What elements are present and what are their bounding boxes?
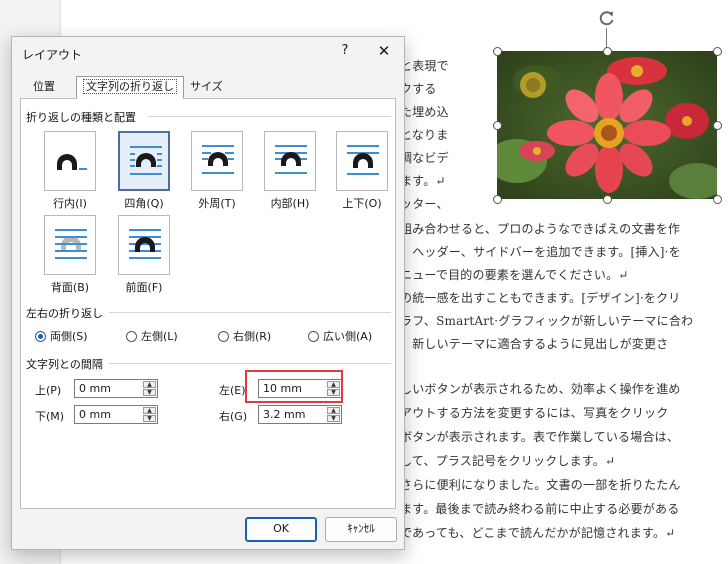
doc-line: クする [400,82,437,96]
section-divider [147,116,391,117]
layout-dialog: レイアウト ? ✕ 位置 文字列の折り返し サイズ 折り返しの種類と配置 行内(… [11,36,405,550]
resize-handle[interactable] [493,47,502,56]
doc-line: して、プラス記号をクリックします。↵ [400,454,616,468]
spinner: ▲ ▼ [327,407,340,422]
radio-largest-side[interactable]: 広い側(A) [308,328,372,344]
section-divider [109,312,391,313]
spin-up-icon[interactable]: ▲ [143,381,156,388]
spin-down-icon[interactable]: ▼ [143,415,156,422]
doc-line: ッター、 [400,197,449,211]
spin-down-icon[interactable]: ▼ [327,415,340,422]
radio-label: 左側(L) [141,330,178,343]
distance-right-input[interactable]: 3.2 mm ▲ ▼ [258,405,342,424]
spin-up-icon[interactable]: ▲ [143,407,156,414]
tab-label: サイズ [190,80,223,93]
flower-photo[interactable] [497,51,717,199]
spin-up-icon[interactable]: ▲ [327,407,340,414]
spin-down-icon[interactable]: ▼ [143,389,156,396]
wrap-behind-label: 背面(B) [50,281,90,294]
wrap-through-option[interactable] [264,131,316,191]
resize-handle[interactable] [603,195,612,204]
resize-handle[interactable] [713,195,722,204]
tab-label: 文字列の折り返し [83,79,177,94]
section-divider [109,363,391,364]
highlight-box [245,370,343,403]
wrap-behind-option[interactable] [44,215,96,275]
spinner: ▲ ▼ [143,407,156,422]
radio-dot [308,330,319,342]
wrap-through-label: 内部(H) [270,197,310,210]
wrap-top-bottom-option[interactable] [336,131,388,191]
tab-size[interactable]: サイズ [183,76,230,97]
distance-right-label: 右(G) [219,410,248,423]
doc-line: 、新しいテーマに適合するように見出しが変更さ [400,337,669,351]
resize-handle[interactable] [713,47,722,56]
wrap-square-label: 四角(Q) [124,197,164,210]
resize-handle[interactable] [603,47,612,56]
doc-line: ニューで目的の要素を選んでください。↵ [400,268,629,282]
rotate-handle-icon[interactable] [597,8,617,28]
radio-label: 両側(S) [50,330,88,343]
doc-line: ボタンが表示されます。表で作業している場合は、 [400,430,680,444]
wrap-inline-label: 行内(I) [53,197,87,210]
doc-line: であっても、どこまで読んだかが記憶されます。↵ [400,526,676,540]
close-button[interactable]: ✕ [374,42,394,62]
cancel-button[interactable]: ｷｬﾝｾﾙ [325,517,397,542]
doc-line: さらに便利になりました。文書の一部を折りたたん [400,478,681,492]
distance-top-label: 上(P) [35,384,62,397]
doc-line: アウトする方法を変更するには、写真をクリック [400,406,669,420]
radio-dot [35,330,46,342]
doc-line: 調なビデ [400,151,449,165]
tab-position[interactable]: 位置 [26,76,62,97]
wrap-section-label: 折り返しの種類と配置 [26,111,136,124]
wrap-tight-option[interactable] [191,131,243,191]
doc-line: 組み合わせると、プロのようなできばえの文書を作 [400,222,681,236]
radio-both-sides[interactable]: 両側(S) [35,328,88,344]
radio-dot [126,330,137,342]
distance-left-label: 左(E) [219,384,246,397]
wrap-in-front-option[interactable] [118,215,170,275]
radio-right-side[interactable]: 右側(R) [218,328,271,344]
wrapping-panel: 折り返しの種類と配置 行内(I) 四角(Q) 外周(T) 内部(H) 上下(O)… [20,98,396,509]
resize-handle[interactable] [493,121,502,130]
wrap-top-bottom-label: 上下(O) [342,197,382,210]
distance-top-input[interactable]: 0 mm ▲ ▼ [74,379,158,398]
tab-label: 位置 [33,80,55,93]
side-section-label: 左右の折り返し [26,307,103,320]
wrap-square-option[interactable] [118,131,170,191]
doc-line: ます。最後まで読み終わる前に中止する必要がある [400,502,680,516]
ok-button[interactable]: OK [245,517,317,542]
doc-line: しいボタンが表示されるため、効率よく操作を進め [400,382,681,396]
wrap-in-front-label: 前面(F) [125,281,163,294]
spin-value: 3.2 mm [263,408,306,421]
doc-line: 、ヘッダー、サイドバーを追加できます。[挿入]·を [400,245,681,259]
spin-value: 0 mm [79,408,111,421]
spinner: ▲ ▼ [143,381,156,396]
distance-bottom-label: 下(M) [35,410,65,423]
distance-bottom-input[interactable]: 0 mm ▲ ▼ [74,405,158,424]
radio-label: 右側(R) [233,330,272,343]
wrap-tight-label: 外周(T) [198,197,236,210]
doc-line: ラフ、SmartArt·グラフィックが新しいテーマに合わ [400,314,694,328]
spin-value: 0 mm [79,382,111,395]
doc-line: ます。↵ [400,174,446,188]
distance-section-label: 文字列との間隔 [26,358,103,371]
dialog-title: レイアウト [22,48,83,62]
doc-line: た埋め込 [400,105,449,119]
radio-dot [218,330,229,342]
radio-left-side[interactable]: 左側(L) [126,328,178,344]
tab-text-wrapping[interactable]: 文字列の折り返し [76,76,184,99]
doc-line: となりま [400,128,449,142]
radio-label: 広い側(A) [323,330,373,343]
wrap-inline-option[interactable] [44,131,96,191]
help-button[interactable]: ? [336,43,354,61]
doc-line: の統一感を出すこともできます。[デザイン]·をクリ [400,291,681,305]
resize-handle[interactable] [493,195,502,204]
resize-handle[interactable] [713,121,722,130]
doc-line: と表現で [400,59,449,73]
